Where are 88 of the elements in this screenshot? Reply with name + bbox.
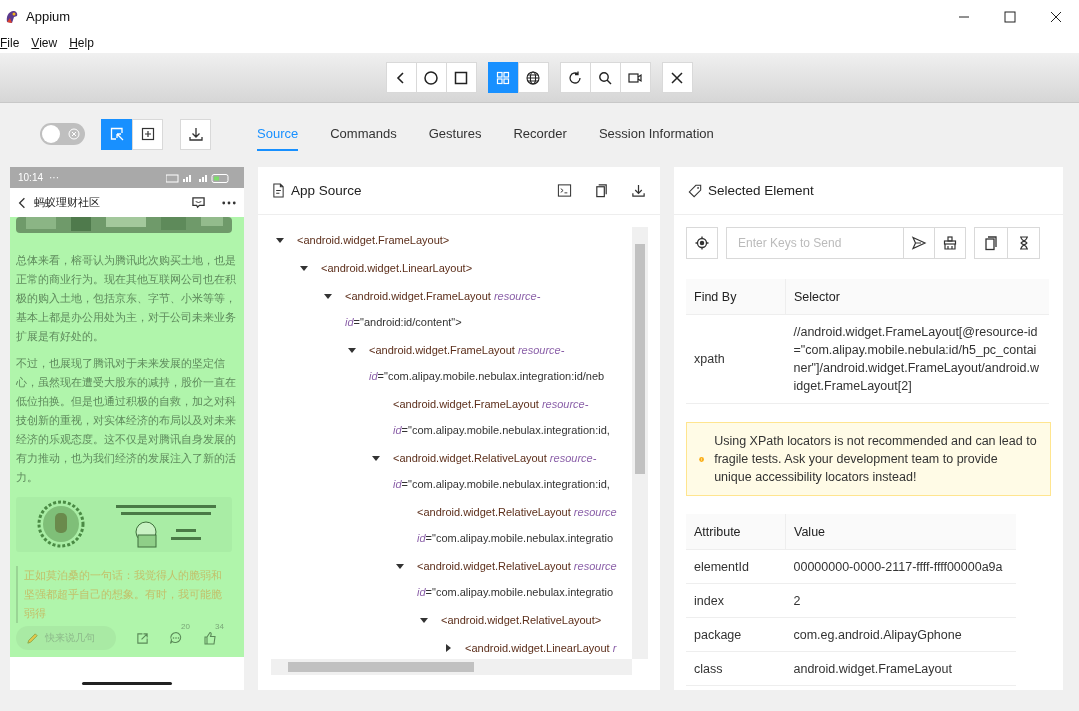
toggle-switch[interactable] xyxy=(40,123,85,145)
column-header: Find By xyxy=(686,279,786,315)
refresh-icon xyxy=(567,69,583,86)
table-cell: com.eg.android.AlipayGphone xyxy=(785,617,1016,652)
close-icon[interactable] xyxy=(1050,10,1062,23)
search-icon xyxy=(597,69,613,86)
tab[interactable]: Gestures xyxy=(428,117,482,151)
tap-element-button[interactable] xyxy=(686,227,718,259)
broom-icon xyxy=(942,235,958,251)
comment-icon[interactable] xyxy=(169,631,183,645)
copy-icon[interactable] xyxy=(594,183,609,198)
menu-item[interactable]: Help xyxy=(69,36,94,50)
caret-down-icon[interactable] xyxy=(371,453,381,463)
caret-down-icon[interactable] xyxy=(323,291,333,301)
table-cell: 2 xyxy=(785,583,1016,618)
app-logo-icon xyxy=(4,8,20,25)
copy-icon xyxy=(983,235,999,251)
table-cell: 00000000-0000-2117-ffff-ffff00000a9a xyxy=(785,549,1016,584)
panel-title: Selected Element xyxy=(708,183,814,198)
article-paragraph: 不过，也展现了腾讯对于未来发展的坚定信心，虽然现在遭受大股东的减持，股价一直在低位拍换。但是也通过积极的自救，加之对科技创新的重视，对实体经济的布局以及对未来经济的乐观态度。这不仅是对腾讯自身发展的有力推动，也为我们经济的发展注入了新的活力。 xyxy=(16,356,237,485)
warning-text: Using XPath locators is not recommended and can lead to fragile tests. Ask your development team to provide unique accessibility locators instead! xyxy=(714,433,1038,486)
tree-node[interactable]: <android.widget.LinearLayout> xyxy=(321,255,473,281)
tab[interactable]: Session Information xyxy=(598,117,714,151)
table-cell: index xyxy=(686,583,786,618)
column-header: Selector xyxy=(785,279,1049,315)
caret-down-icon[interactable] xyxy=(299,263,309,273)
table-cell: elementId xyxy=(686,549,786,584)
window-title: Appium xyxy=(26,9,71,24)
tree-node[interactable]: <android.widget.RelativeLayout> xyxy=(441,607,602,633)
clear-button[interactable] xyxy=(934,227,966,259)
terminal-icon[interactable] xyxy=(557,183,572,198)
close-circle-icon xyxy=(68,128,80,140)
tree-node[interactable]: <android.widget.RelativeLayout resource id="com.alipay.mobile.nebulax.integratio xyxy=(417,499,617,551)
menu-item[interactable]: File xyxy=(0,36,20,50)
article-paragraph: 总体来看，榕哥认为腾讯此次购买土地，也是正常的商业行为。现在其他互联网公司也在积极的购入土地，包括京东、字节、小米等等，基本上都是办公用处为主，对于公司未来业务扩展是有好处的。 xyxy=(16,253,237,344)
page-title: 蚂蚁理财社区 xyxy=(34,195,100,210)
menu-item[interactable]: View xyxy=(31,36,58,50)
send-keys-button[interactable] xyxy=(903,227,935,259)
status-more: ··· xyxy=(49,172,60,183)
keys-input[interactable]: Enter Keys to Send xyxy=(726,227,904,259)
panel-title: App Source xyxy=(291,183,362,198)
pencil-icon xyxy=(26,631,39,645)
table-cell: xpath xyxy=(686,314,786,404)
tag-icon xyxy=(688,183,702,198)
tree-node[interactable]: <android.widget.FrameLayout resource- id="com.alipay.mobile.nebulax.integration:id, xyxy=(393,391,610,443)
vertical-scrollbar[interactable] xyxy=(632,227,648,659)
crosshair-icon xyxy=(694,235,710,251)
tree-node[interactable]: <android.widget.FrameLayout> xyxy=(297,227,450,253)
horizontal-scrollbar[interactable] xyxy=(271,659,632,675)
plus-square-icon xyxy=(139,126,156,142)
status-time: 10:14 xyxy=(18,172,44,183)
tree-node[interactable]: <android.widget.FrameLayout resource- id="android:id/content"> xyxy=(345,283,541,335)
caret-down-icon[interactable] xyxy=(419,615,429,625)
square-icon xyxy=(453,69,469,86)
table-cell: class xyxy=(686,651,786,686)
message-icon[interactable] xyxy=(191,196,206,209)
column-header: Attribute xyxy=(686,514,786,550)
caret-down-icon[interactable] xyxy=(347,345,357,355)
tab[interactable]: Recorder xyxy=(513,117,567,151)
comment-count: 20 xyxy=(181,622,190,631)
like-count: 34 xyxy=(215,622,224,631)
send-icon xyxy=(911,235,927,251)
back-icon[interactable] xyxy=(18,196,26,209)
tree-node[interactable]: <android.widget.FrameLayout resource- id="com.alipay.mobile.nebulax.integration:id/neb xyxy=(369,337,605,389)
download-icon xyxy=(187,126,204,142)
tree-node[interactable]: <android.widget.RelativeLayout resource id="com.alipay.mobile.nebulax.integratio xyxy=(417,553,617,605)
table-cell: android.widget.FrameLayout xyxy=(785,651,1016,686)
tab[interactable]: Commands xyxy=(330,117,397,151)
caret-right-icon[interactable] xyxy=(443,643,453,653)
tree-node[interactable]: <android.widget.LinearLayout r xyxy=(465,635,617,661)
cursor-select-icon xyxy=(108,126,125,142)
document-icon xyxy=(272,183,285,198)
download-icon[interactable] xyxy=(631,183,646,198)
globe-icon xyxy=(525,69,541,86)
maximize-icon[interactable] xyxy=(1004,10,1016,23)
circle-icon xyxy=(423,69,439,86)
more-icon[interactable] xyxy=(222,200,236,205)
close-icon xyxy=(669,69,685,86)
caret-down-icon[interactable] xyxy=(275,235,285,245)
grid-icon xyxy=(495,69,511,86)
table-cell: package xyxy=(686,617,786,652)
table-cell: //android.widget.FrameLayout[@resource-id="com.alipay.mobile.nebula:id/h5_pc_container"]/android.widget.FrameLayout/android.widget.FrameLayout[2] xyxy=(785,314,1049,404)
column-header: Value xyxy=(785,514,1016,550)
thumbs-up-icon[interactable] xyxy=(203,631,217,645)
share-icon[interactable] xyxy=(136,631,149,645)
caret-down-icon[interactable] xyxy=(395,561,405,571)
download-button[interactable] xyxy=(180,118,211,150)
tree-node[interactable]: <android.widget.RelativeLayout resource- id="com.alipay.mobile.nebulax.integration:id, xyxy=(393,445,610,497)
